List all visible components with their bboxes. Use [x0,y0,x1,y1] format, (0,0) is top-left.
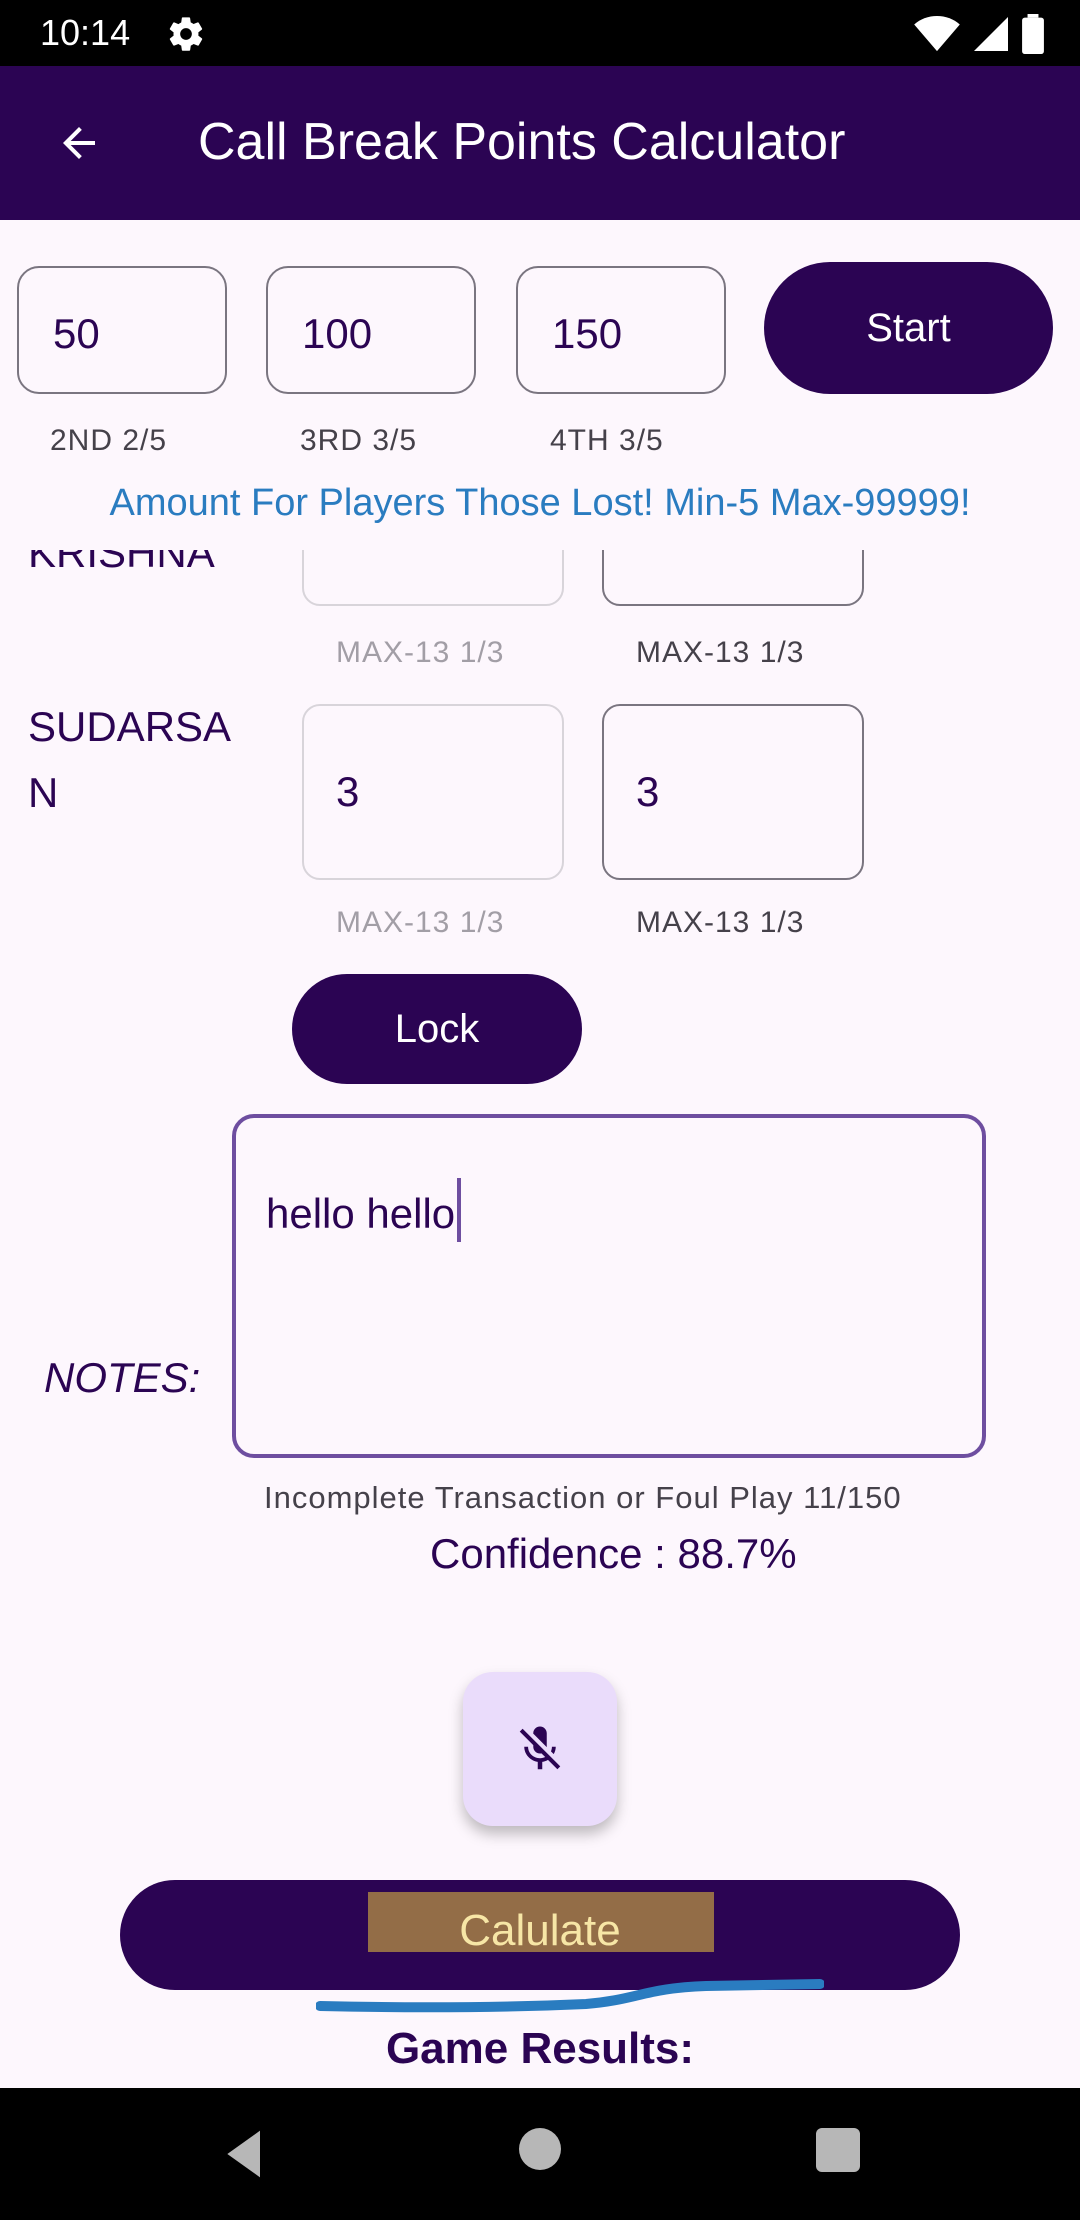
text-caret [457,1178,462,1242]
settings-gear-icon [169,17,203,51]
signal-icon [974,17,1008,51]
amount-notice: Amount For Players Those Lost! Min-5 Max… [109,482,971,524]
player-name: KRISHNA [28,550,215,576]
scroll-content[interactable]: KRISHNA MAX-13 1/3 MAX-13 1/3 SUDARSA N … [0,550,1080,2088]
results-title: Game Results: [385,2024,695,2073]
amount-help-4th: 4TH 3/5 [550,424,664,457]
amount-help-2nd: 2ND 2/5 [50,424,168,457]
amount-value: 150 [552,310,623,357]
notes-value: hello hello [266,1190,456,1237]
page-title: Call Break Points Calculator [198,113,846,171]
bid-help: MAX-13 1/3 [636,906,805,939]
amount-input-2nd[interactable]: 50 [17,266,227,394]
status-bar: 10:14 [0,0,1080,66]
bid-input[interactable] [302,550,564,606]
amount-value: 50 [53,310,100,357]
nav-home-icon[interactable] [519,2128,561,2170]
transaction-status: Incomplete Transaction or Foul Play 11/1… [264,1480,902,1515]
bid-help: MAX-13 1/3 [336,906,505,939]
player-name: SUDARSA N [28,694,231,826]
notes-label: NOTES: [44,1354,201,1401]
nav-recents-icon[interactable] [816,2128,860,2172]
amount-input-3rd[interactable]: 100 [266,266,476,394]
amount-value: 100 [302,310,373,357]
lock-button[interactable]: Lock [292,974,582,1084]
back-button[interactable] [50,114,108,172]
notes-text: hello hello [266,1178,462,1242]
bid-input[interactable]: 3 [302,704,564,880]
bid-input[interactable] [602,550,864,606]
amount-input-4th[interactable]: 150 [516,266,726,394]
status-time: 10:14 [40,12,131,53]
nav-back-icon[interactable] [218,2126,274,2182]
mic-off-icon [519,1726,561,1770]
bid-help: MAX-13 1/3 [636,636,805,669]
battery-icon [1022,14,1044,54]
amount-help-3rd: 3RD 3/5 [300,424,418,457]
bid-value: 3 [636,768,660,815]
wifi-icon [914,15,960,52]
mic-button[interactable] [463,1672,617,1826]
status-icons [914,14,1044,54]
calculate-label: Calulate [459,1906,621,1955]
scribble-underline [316,1979,824,2013]
app-bar: Call Break Points Calculator [0,66,1080,220]
player-name-line: N [28,769,59,816]
start-button[interactable]: Start [764,262,1053,394]
bid-input[interactable]: 3 [602,704,864,880]
bid-help: MAX-13 1/3 [336,636,505,669]
arrow-back-icon [63,127,95,159]
confidence-readout: Confidence : 88.7% [430,1530,797,1577]
system-nav-bar [0,2088,1080,2220]
notes-textarea[interactable]: hello hello [232,1114,986,1458]
bid-value: 3 [336,768,360,815]
player-name-line: SUDARSA [28,703,232,750]
